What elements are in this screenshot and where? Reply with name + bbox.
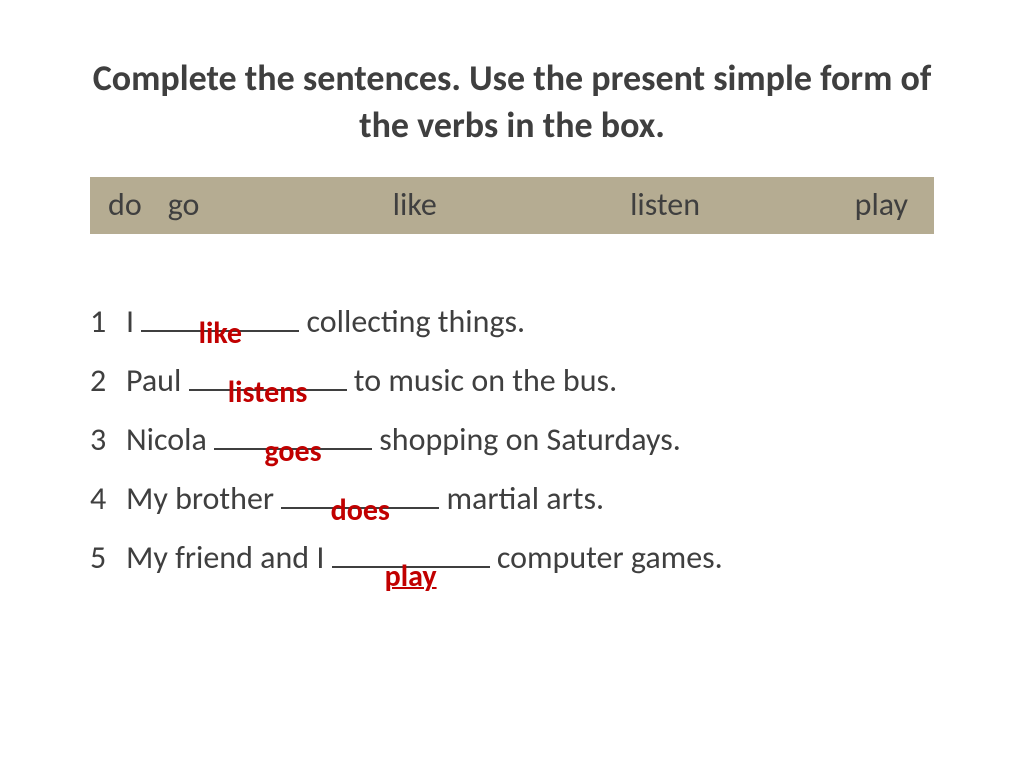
sentence-number: 5 <box>90 528 126 587</box>
sentence-text-after: shopping on Saturdays. <box>372 420 681 459</box>
blank: listens <box>189 359 347 391</box>
sentence-text-after: martial arts. <box>439 479 604 518</box>
sentence-item: 5My friend and I play computer games. <box>90 528 934 587</box>
verb-option: do <box>108 185 168 224</box>
sentence-list: 1I like collecting things. 2Paul listens… <box>90 292 934 588</box>
sentence-text-before: My friend and I <box>126 538 332 577</box>
blank: like <box>141 300 299 332</box>
sentence-text-before: My brother <box>126 479 281 518</box>
sentence-text-before: Paul <box>126 361 189 400</box>
sentence-item: 4My brother does martial arts. <box>90 469 934 528</box>
verb-option: play <box>855 185 916 224</box>
verb-option: go <box>168 185 200 224</box>
answer: play <box>385 549 437 605</box>
sentence-number: 3 <box>90 410 126 469</box>
sentence-text-before: I <box>126 302 141 341</box>
sentence-text-before: Nicola <box>126 420 214 459</box>
sentence-number: 4 <box>90 469 126 528</box>
sentence-item: 2Paul listens to music on the bus. <box>90 351 934 410</box>
verb-option: listen <box>630 185 700 224</box>
exercise-title: Complete the sentences. Use the present … <box>90 55 934 149</box>
sentence-number: 2 <box>90 351 126 410</box>
blank: does <box>281 477 439 509</box>
blank: goes <box>214 418 372 450</box>
sentence-item: 3Nicola goes shopping on Saturdays. <box>90 410 934 469</box>
verb-box: do go like listen play <box>90 177 934 234</box>
blank: play <box>332 536 490 568</box>
verb-option: like <box>393 185 437 224</box>
sentence-text-after: computer games. <box>490 538 723 577</box>
sentence-text-after: collecting things. <box>299 302 525 341</box>
sentence-item: 1I like collecting things. <box>90 292 934 351</box>
sentence-number: 1 <box>90 292 126 351</box>
sentence-text-after: to music on the bus. <box>347 361 618 400</box>
